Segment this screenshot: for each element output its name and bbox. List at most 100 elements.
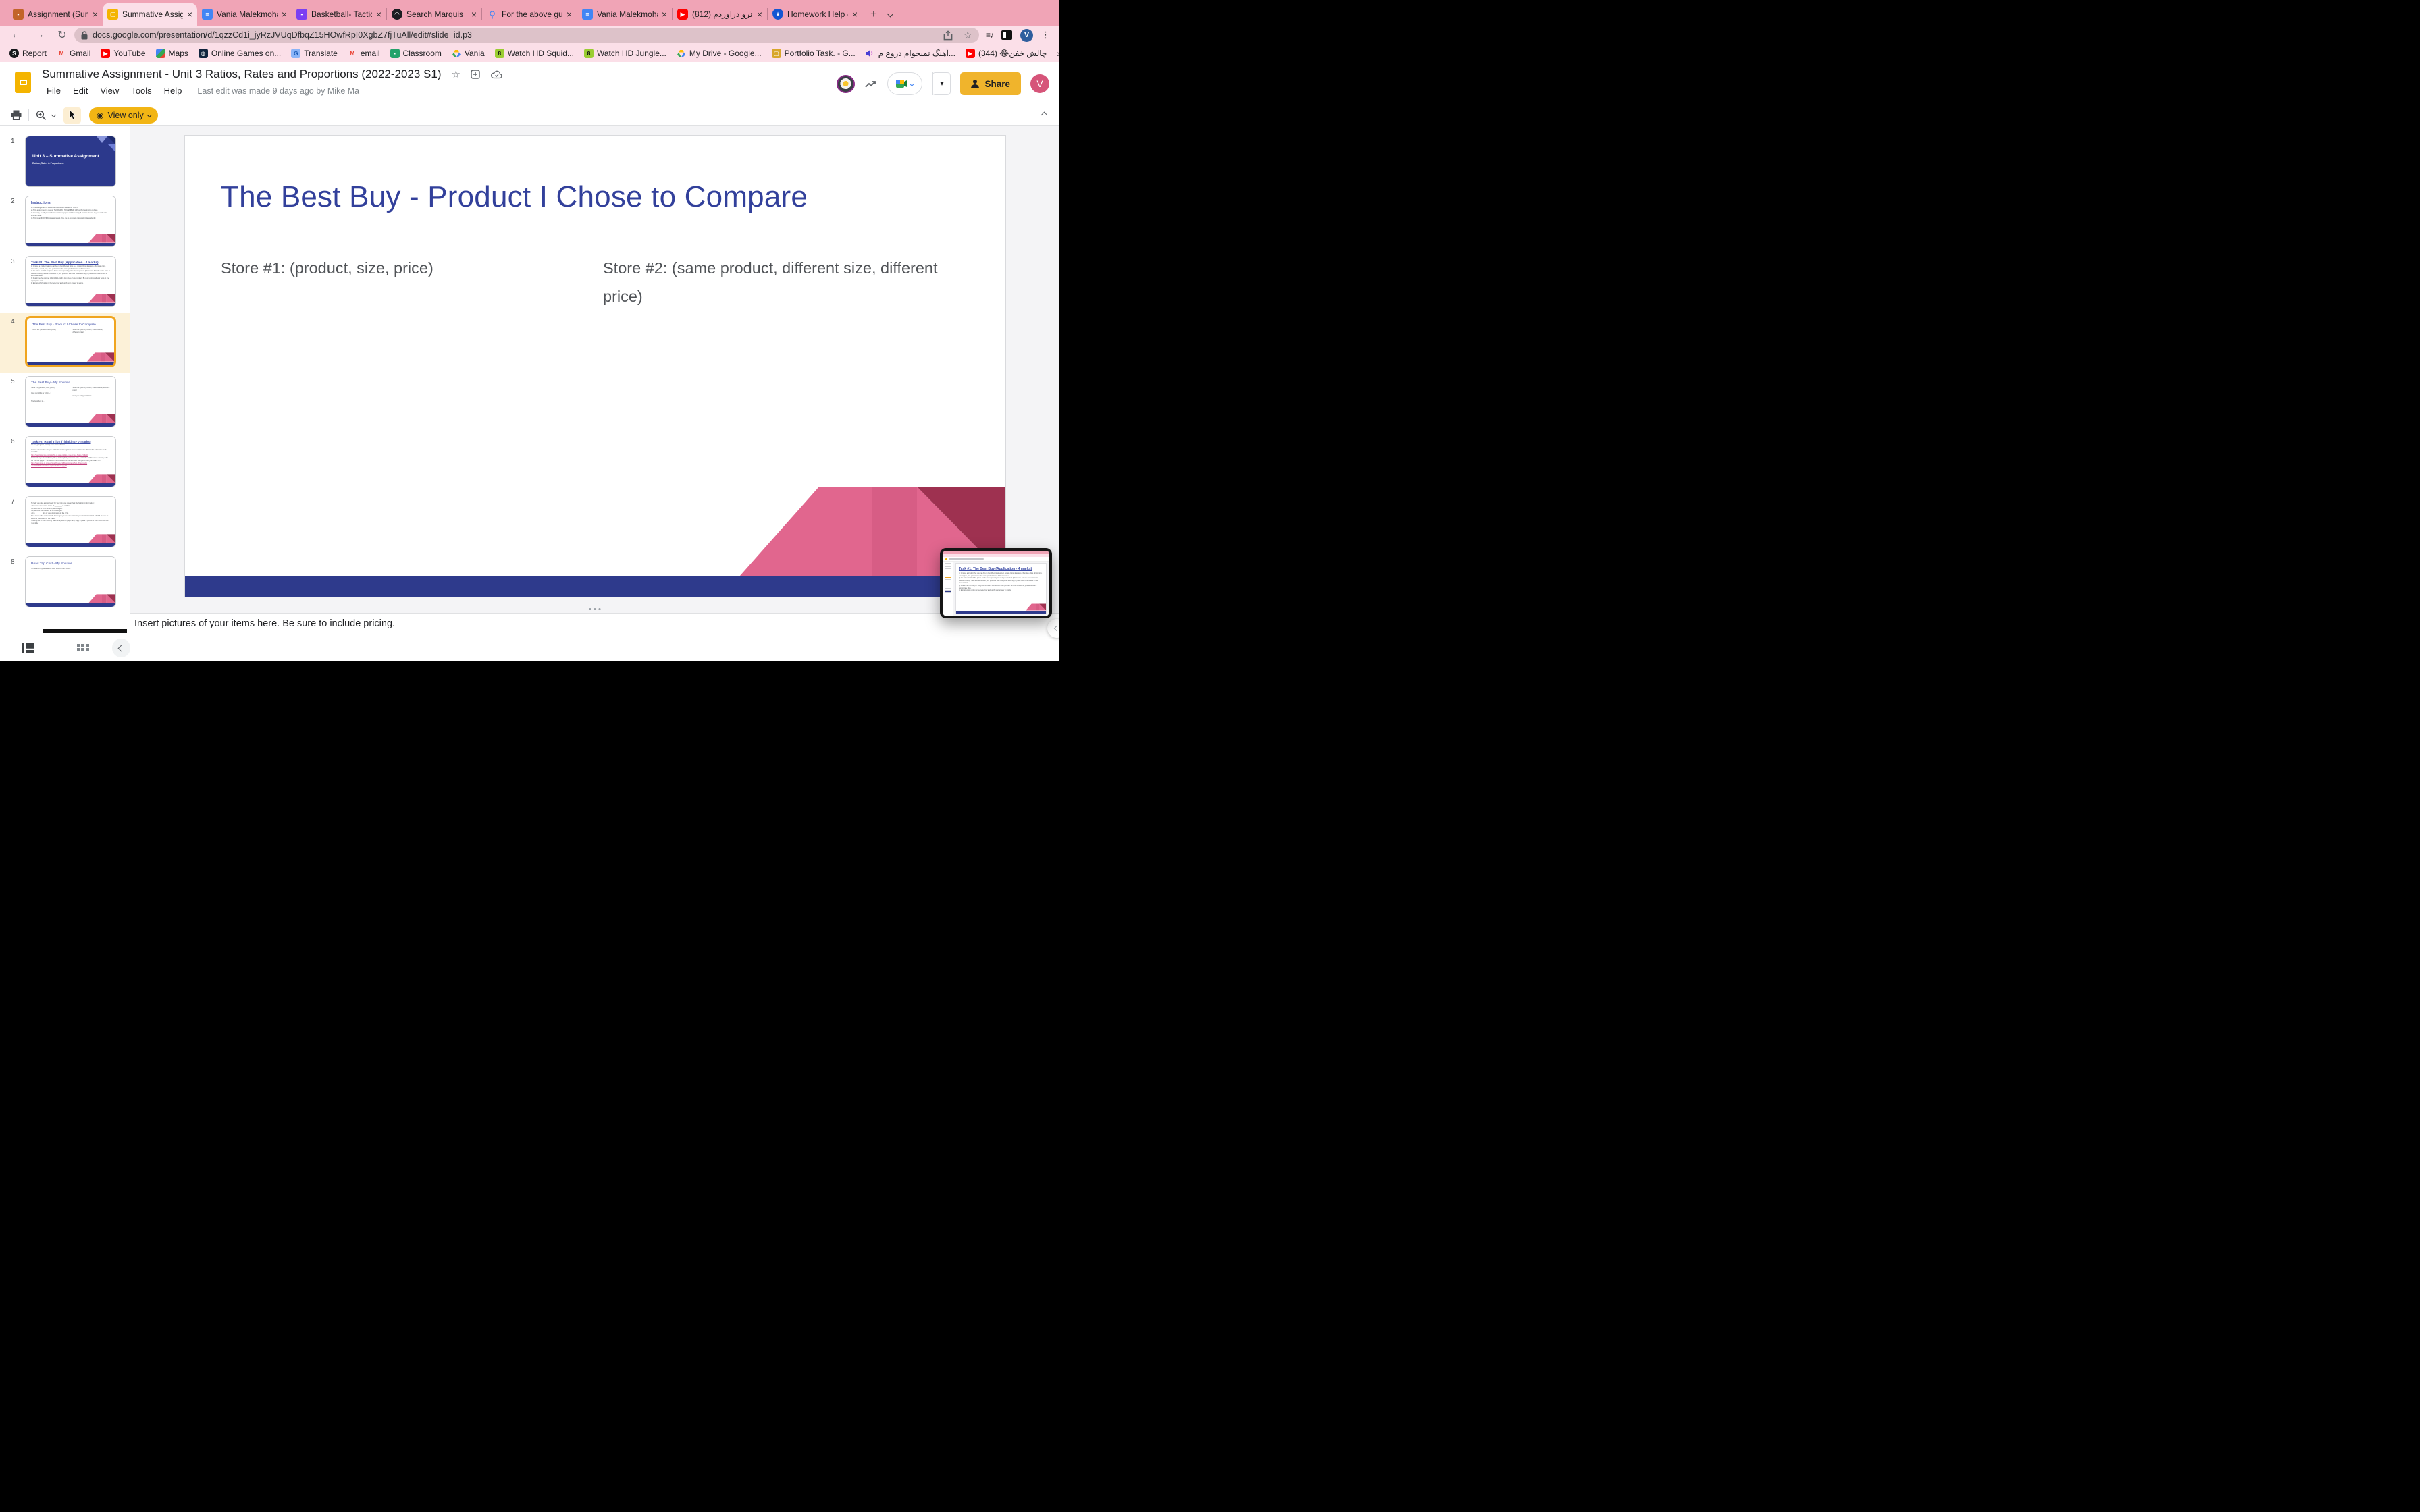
zoom-icon[interactable] (36, 110, 47, 121)
slide-thumbnail-6[interactable]: Task #2: Road Trip!! (Thinking - 7 marks… (25, 436, 116, 487)
mini-slide-body: Choose the type of car / SUV / pick-up t… (31, 458, 109, 462)
bookmark-maps[interactable]: Maps (155, 49, 188, 58)
document-title[interactable]: Summative Assignment - Unit 3 Ratios, Ra… (42, 68, 442, 81)
slide-title-text[interactable]: The Best Buy - Product I Chose to Compar… (221, 180, 808, 214)
bookmark-challenge-video[interactable]: ▶ چالش خفن😂 (344) (965, 49, 1047, 58)
bookmark-report[interactable]: S Report (9, 49, 47, 58)
tab-summative-assignment-active[interactable]: ▢ Summative Assignme × (103, 3, 197, 26)
filmstrip-row-2[interactable]: 2 Instructions: 1) The assignment is one… (0, 192, 130, 252)
sidebar-extension-icon[interactable] (1001, 30, 1013, 40)
select-cursor-tool[interactable] (63, 107, 81, 124)
slide-thumbnail-8[interactable]: Road Trip Cost - My Solution To travel t… (25, 556, 116, 608)
bookmarks-overflow-chevron[interactable]: » (1057, 48, 1059, 59)
browser-menu-icon[interactable]: ⋮ (1041, 30, 1050, 40)
slideshow-options-caret[interactable]: ▾ (932, 72, 950, 95)
speaker-notes-panel[interactable]: Insert pictures of your items here. Be s… (130, 613, 1059, 662)
menu-edit[interactable]: Edit (68, 84, 93, 98)
bookmark-online-games[interactable]: ◍ Online Games on... (198, 49, 281, 58)
grid-view-icon[interactable] (76, 643, 89, 653)
slide-thumbnail-7[interactable]: To help you plan appropriately for your … (25, 496, 116, 547)
filmstrip-view-icon[interactable] (22, 643, 34, 653)
slide-thumbnail-2[interactable]: Instructions: 1) The assignment is one o… (25, 196, 116, 247)
current-slide[interactable]: The Best Buy - Product I Chose to Compar… (184, 135, 1006, 597)
profile-badge-avatar[interactable] (837, 74, 856, 93)
filmstrip-row-3[interactable]: 3 Task #1: The Best Buy (Application - 4… (0, 252, 130, 313)
reload-button[interactable]: ↻ (55, 28, 69, 42)
store1-text[interactable]: Store #1: (product, size, price) (221, 254, 433, 282)
close-icon[interactable]: × (282, 9, 287, 19)
bookmark-portfolio-task[interactable]: ▢ Portfolio Task. - G... (771, 49, 856, 58)
slide-number: 7 (11, 498, 15, 506)
bookmark-star-icon[interactable]: ☆ (964, 29, 972, 41)
bookmark-translate[interactable]: G Translate (291, 49, 338, 58)
bookmark-watch-squid[interactable]: 8 Watch HD Squid... (494, 49, 574, 58)
tab-basketball[interactable]: ▪ Basketball- Tactics a × (292, 3, 386, 26)
close-icon[interactable]: × (757, 9, 762, 19)
filmstrip-row-4-selected[interactable]: 4 The Best Buy - Product I Chose to Comp… (0, 313, 130, 373)
close-icon[interactable]: × (471, 9, 477, 19)
drive-icon (452, 49, 461, 58)
menu-file[interactable]: File (42, 84, 65, 98)
tab-search-marquis[interactable]: ◠ Search Marquis × (387, 3, 481, 26)
close-icon[interactable]: × (662, 9, 667, 19)
google-meet-button[interactable] (887, 72, 923, 95)
close-icon[interactable]: × (187, 9, 192, 19)
share-button[interactable]: Share (960, 72, 1021, 95)
filmstrip-row-7[interactable]: 7 To help you plan appropriately for you… (0, 493, 130, 553)
print-icon[interactable] (11, 110, 22, 120)
bookmark-classroom[interactable]: ▪ Classroom (390, 49, 442, 58)
tab-homework-help[interactable]: ★ Homework Help - Q& × (768, 3, 862, 26)
browser-profile-avatar[interactable]: V (1020, 28, 1034, 42)
speaker-notes-text[interactable]: Insert pictures of your items here. Be s… (134, 618, 395, 629)
filmstrip-row-1[interactable]: 1 Unit 3 – Summative Assignment Ratios, … (0, 132, 130, 192)
share-icon[interactable] (943, 30, 953, 40)
tab-assignment[interactable]: ▪ Assignment (Summat × (8, 3, 103, 26)
slide-thumbnail-1[interactable]: Unit 3 – Summative Assignment Ratios, Ra… (25, 136, 116, 187)
bookmark-song[interactable]: آهنگ نمیخوام دروغ م... (866, 49, 955, 58)
store2-text[interactable]: Store #2: (same product, different size,… (603, 254, 968, 310)
tab-search-chevron-icon[interactable] (887, 7, 894, 20)
close-icon[interactable]: × (376, 9, 382, 19)
filmstrip-row-8[interactable]: 8 Road Trip Cost - My Solution To travel… (0, 553, 130, 613)
star-document-icon[interactable]: ☆ (452, 70, 461, 80)
bookmark-my-drive[interactable]: My Drive - Google... (677, 49, 762, 58)
slide-thumbnail-3[interactable]: Task #1: The Best Buy (Application - 4 m… (25, 256, 116, 307)
tab-vania-doc-2[interactable]: ≡ Vania Malekmohamm × (577, 3, 672, 26)
playlist-extension-icon[interactable]: ≡♪ (986, 30, 994, 40)
tab-youtube-video[interactable]: ▶ (812) گریه یگانرو دراوردم × (673, 3, 767, 26)
slide-thumbnail-4[interactable]: The Best Buy - Product I Chose to Compar… (25, 316, 116, 367)
hide-menus-chevron[interactable] (1041, 111, 1048, 119)
zoom-dropdown-caret[interactable] (51, 112, 57, 118)
tab-google-search[interactable]: ⚲ For the above guideli × (482, 3, 577, 26)
menu-help[interactable]: Help (159, 84, 187, 98)
panel-resize-bar[interactable] (43, 629, 127, 633)
notes-resize-handle[interactable] (589, 608, 600, 610)
last-edit-status[interactable]: Last edit was made 9 days ago by Mike Ma (197, 86, 359, 96)
new-tab-button[interactable]: + (870, 7, 877, 21)
menu-tools[interactable]: Tools (126, 84, 156, 98)
address-bar[interactable]: docs.google.com/presentation/d/1qzzCd1i_… (74, 28, 979, 43)
slideshow-button[interactable]: ▶ Slideshow ▾ (837, 72, 1059, 662)
slide-thumbnail-5[interactable]: The Best Buy - My Solution Store #1: (pr… (25, 376, 116, 427)
close-icon[interactable]: × (93, 9, 98, 19)
bookmark-watch-jungle[interactable]: 8 Watch HD Jungle... (583, 49, 666, 58)
filmstrip-row-6[interactable]: 6 Task #2: Road Trip!! (Thinking - 7 mar… (0, 433, 130, 493)
google-slides-logo[interactable] (15, 72, 31, 93)
menu-view[interactable]: View (95, 84, 124, 98)
forward-button[interactable]: → (32, 29, 46, 41)
close-icon[interactable]: × (852, 9, 858, 19)
back-button[interactable]: ← (9, 29, 23, 41)
view-only-mode-button[interactable]: ◉ View only (89, 107, 159, 124)
picture-in-picture-window[interactable]: Task #1: The Best Buy (Application - 4 m… (940, 548, 1052, 618)
close-icon[interactable]: × (567, 9, 572, 19)
move-to-drive-icon[interactable] (471, 70, 481, 79)
filmstrip-row-5[interactable]: 5 The Best Buy - My Solution Store #1: (… (0, 373, 130, 433)
bookmark-email[interactable]: Memail (348, 49, 379, 58)
bookmark-youtube[interactable]: ▶ YouTube (101, 49, 146, 58)
trending-icon[interactable] (864, 78, 878, 89)
tab-vania-doc[interactable]: ≡ Vania Malekmohamm × (197, 3, 292, 26)
bookmark-vania-drive[interactable]: Vania (452, 49, 485, 58)
account-avatar[interactable]: V (1030, 74, 1049, 93)
bookmark-gmail[interactable]: M Gmail (57, 49, 90, 58)
collapse-filmstrip-button[interactable] (111, 639, 130, 657)
